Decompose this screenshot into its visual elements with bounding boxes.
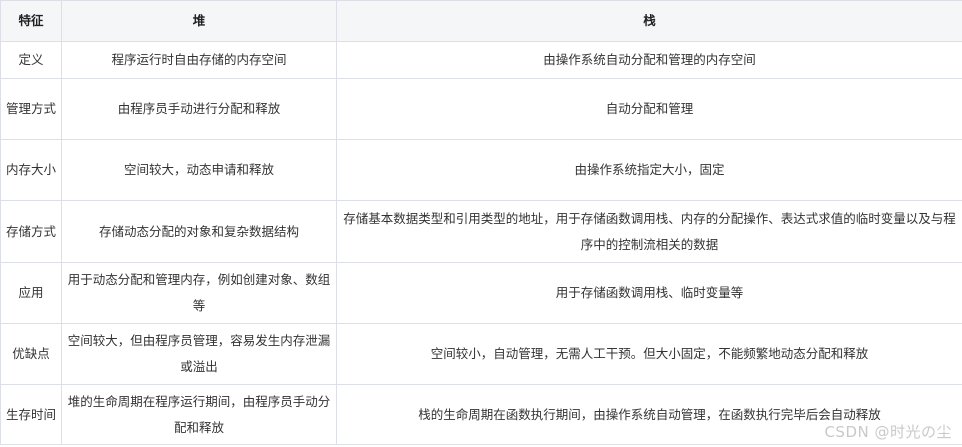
feature-cell: 定义: [0, 41, 62, 79]
table-body: 定义 程序运行时自由存储的内存空间 由操作系统自动分配和管理的内存空间 管理方式…: [0, 41, 962, 445]
feature-cell: 生存时间: [0, 384, 62, 445]
heap-cell: 程序运行时自由存储的内存空间: [61, 41, 337, 79]
heap-cell: 空间较大，动态申请和释放: [61, 139, 337, 201]
header-row: 特征 堆 栈: [0, 0, 962, 42]
stack-cell: 自动分配和管理: [336, 78, 962, 140]
table-row: 应用 用于动态分配和管理内存，例如创建对象、数组等 用于存储函数调用栈、临时变量…: [0, 262, 962, 324]
heap-cell: 存储动态分配的对象和复杂数据结构: [61, 200, 337, 263]
feature-cell: 存储方式: [0, 200, 62, 263]
stack-cell: 由操作系统自动分配和管理的内存空间: [336, 41, 962, 79]
stack-cell: 用于存储函数调用栈、临时变量等: [336, 262, 962, 324]
feature-cell: 优缺点: [0, 323, 62, 385]
header-heap: 堆: [61, 0, 337, 42]
heap-cell: 空间较大，但由程序员管理，容易发生内存泄漏或溢出: [61, 323, 337, 385]
feature-cell: 应用: [0, 262, 62, 324]
header-stack: 栈: [336, 0, 962, 42]
stack-cell: 由操作系统指定大小，固定: [336, 139, 962, 201]
table-row: 内存大小 空间较大，动态申请和释放 由操作系统指定大小，固定: [0, 139, 962, 201]
table-row: 存储方式 存储动态分配的对象和复杂数据结构 存储基本数据类型和引用类型的地址，用…: [0, 200, 962, 263]
header-feature: 特征: [0, 0, 62, 42]
heap-cell: 用于动态分配和管理内存，例如创建对象、数组等: [61, 262, 337, 324]
watermark: CSDN @时光の尘: [824, 423, 952, 441]
heap-cell: 堆的生命周期在程序运行期间，由程序员手动分配和释放: [61, 384, 337, 445]
feature-cell: 内存大小: [0, 139, 62, 201]
table-row: 管理方式 由程序员手动进行分配和释放 自动分配和管理: [0, 78, 962, 140]
feature-cell: 管理方式: [0, 78, 62, 140]
stack-cell: 存储基本数据类型和引用类型的地址，用于存储函数调用栈、内存的分配操作、表达式求值…: [336, 200, 962, 263]
table-row: 定义 程序运行时自由存储的内存空间 由操作系统自动分配和管理的内存空间: [0, 41, 962, 79]
table-row: 生存时间 堆的生命周期在程序运行期间，由程序员手动分配和释放 栈的生命周期在函数…: [0, 384, 962, 445]
heap-cell: 由程序员手动进行分配和释放: [61, 78, 337, 140]
table-row: 优缺点 空间较大，但由程序员管理，容易发生内存泄漏或溢出 空间较小，自动管理，无…: [0, 323, 962, 385]
stack-cell: 空间较小，自动管理，无需人工干预。但大小固定，不能频繁地动态分配和释放: [336, 323, 962, 385]
comparison-table: 特征 堆 栈 定义 程序运行时自由存储的内存空间 由操作系统自动分配和管理的内存…: [0, 0, 962, 445]
table-header: 特征 堆 栈: [0, 0, 962, 42]
